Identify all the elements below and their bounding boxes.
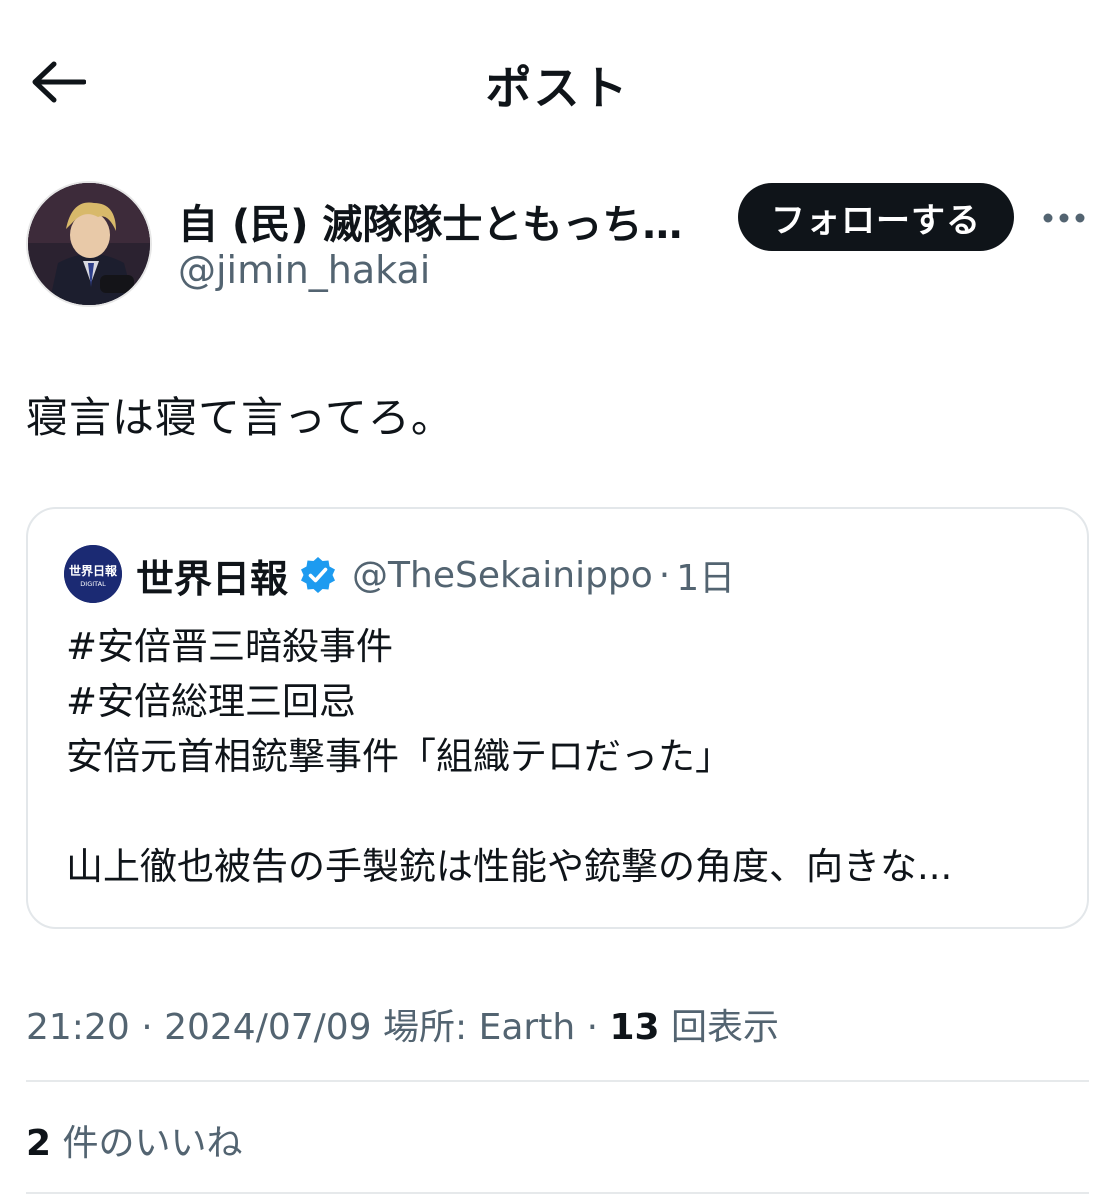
- likes-label: 件のいいね: [51, 1123, 243, 1164]
- author-handle[interactable]: @jimin_hakai: [178, 248, 430, 292]
- more-dots-icon: [1043, 213, 1085, 223]
- divider: [26, 1080, 1089, 1082]
- post-date[interactable]: 2024/07/09: [164, 1007, 372, 1048]
- avatar-image: [28, 183, 150, 305]
- quoted-avatar-text: 世界日報: [69, 563, 118, 578]
- quoted-avatar[interactable]: 世界日報 DIGITAL: [64, 545, 122, 603]
- view-label: 回表示: [659, 1007, 780, 1048]
- likes-count: 2: [26, 1123, 52, 1164]
- more-options-button[interactable]: [1040, 196, 1088, 240]
- quoted-timestamp[interactable]: 1日: [676, 549, 735, 601]
- quoted-handle[interactable]: @TheSekainippo: [352, 555, 653, 596]
- post-time[interactable]: 21:20: [26, 1007, 130, 1048]
- quoted-line: 安倍元首相銃撃事件「組織テロだった」: [66, 735, 732, 778]
- author-avatar[interactable]: [26, 181, 152, 307]
- author-display-name[interactable]: 自 (民) 滅隊隊士ともっちマ...: [178, 192, 718, 250]
- separator-dot: ·: [129, 1007, 165, 1048]
- divider: [26, 1192, 1089, 1194]
- page-title: ポスト: [485, 61, 630, 115]
- post-location: 場所: Earth: [371, 1007, 576, 1048]
- view-count: 13: [609, 1007, 660, 1048]
- header: ポスト: [0, 0, 1115, 160]
- quoted-avatar-subtext: DIGITAL: [80, 580, 106, 588]
- quoted-line[interactable]: #安倍晋三暗殺事件: [66, 619, 1056, 674]
- quoted-header: 世界日報 @TheSekainippo · 1日: [136, 549, 735, 601]
- post-detail-screen: ポスト 自 (民) 滅隊隊士ともっちマ... @jimin_hakai フォロー…: [0, 0, 1115, 1200]
- quoted-text: #安倍晋三暗殺事件 #安倍総理三回忌 安倍元首相銃撃事件「組織テロだった」 山上…: [66, 619, 1056, 894]
- quoted-line[interactable]: #安倍総理三回忌: [66, 674, 1056, 729]
- separator-dot: ·: [575, 1007, 610, 1048]
- follow-button[interactable]: フォローする: [738, 183, 1014, 251]
- separator-dot: ·: [658, 554, 671, 596]
- quoted-line: [66, 784, 1056, 839]
- post-text: 寝言は寝て言ってろ。: [26, 393, 454, 442]
- quoted-name[interactable]: 世界日報: [136, 548, 288, 603]
- quoted-post[interactable]: 世界日報 DIGITAL 世界日報 @TheSekainippo · 1日 #安…: [26, 507, 1089, 929]
- likes-link[interactable]: 2 件のいいね: [26, 1114, 243, 1166]
- post-meta: 21:20 · 2024/07/09 場所: Earth · 13 回表示: [26, 998, 779, 1050]
- quoted-line: 山上徹也被告の手製銃は性能や銃撃の角度、向きな...: [66, 845, 953, 888]
- verified-badge-icon: [301, 557, 336, 593]
- quoted-avatar-logo: 世界日報 DIGITAL: [64, 545, 122, 603]
